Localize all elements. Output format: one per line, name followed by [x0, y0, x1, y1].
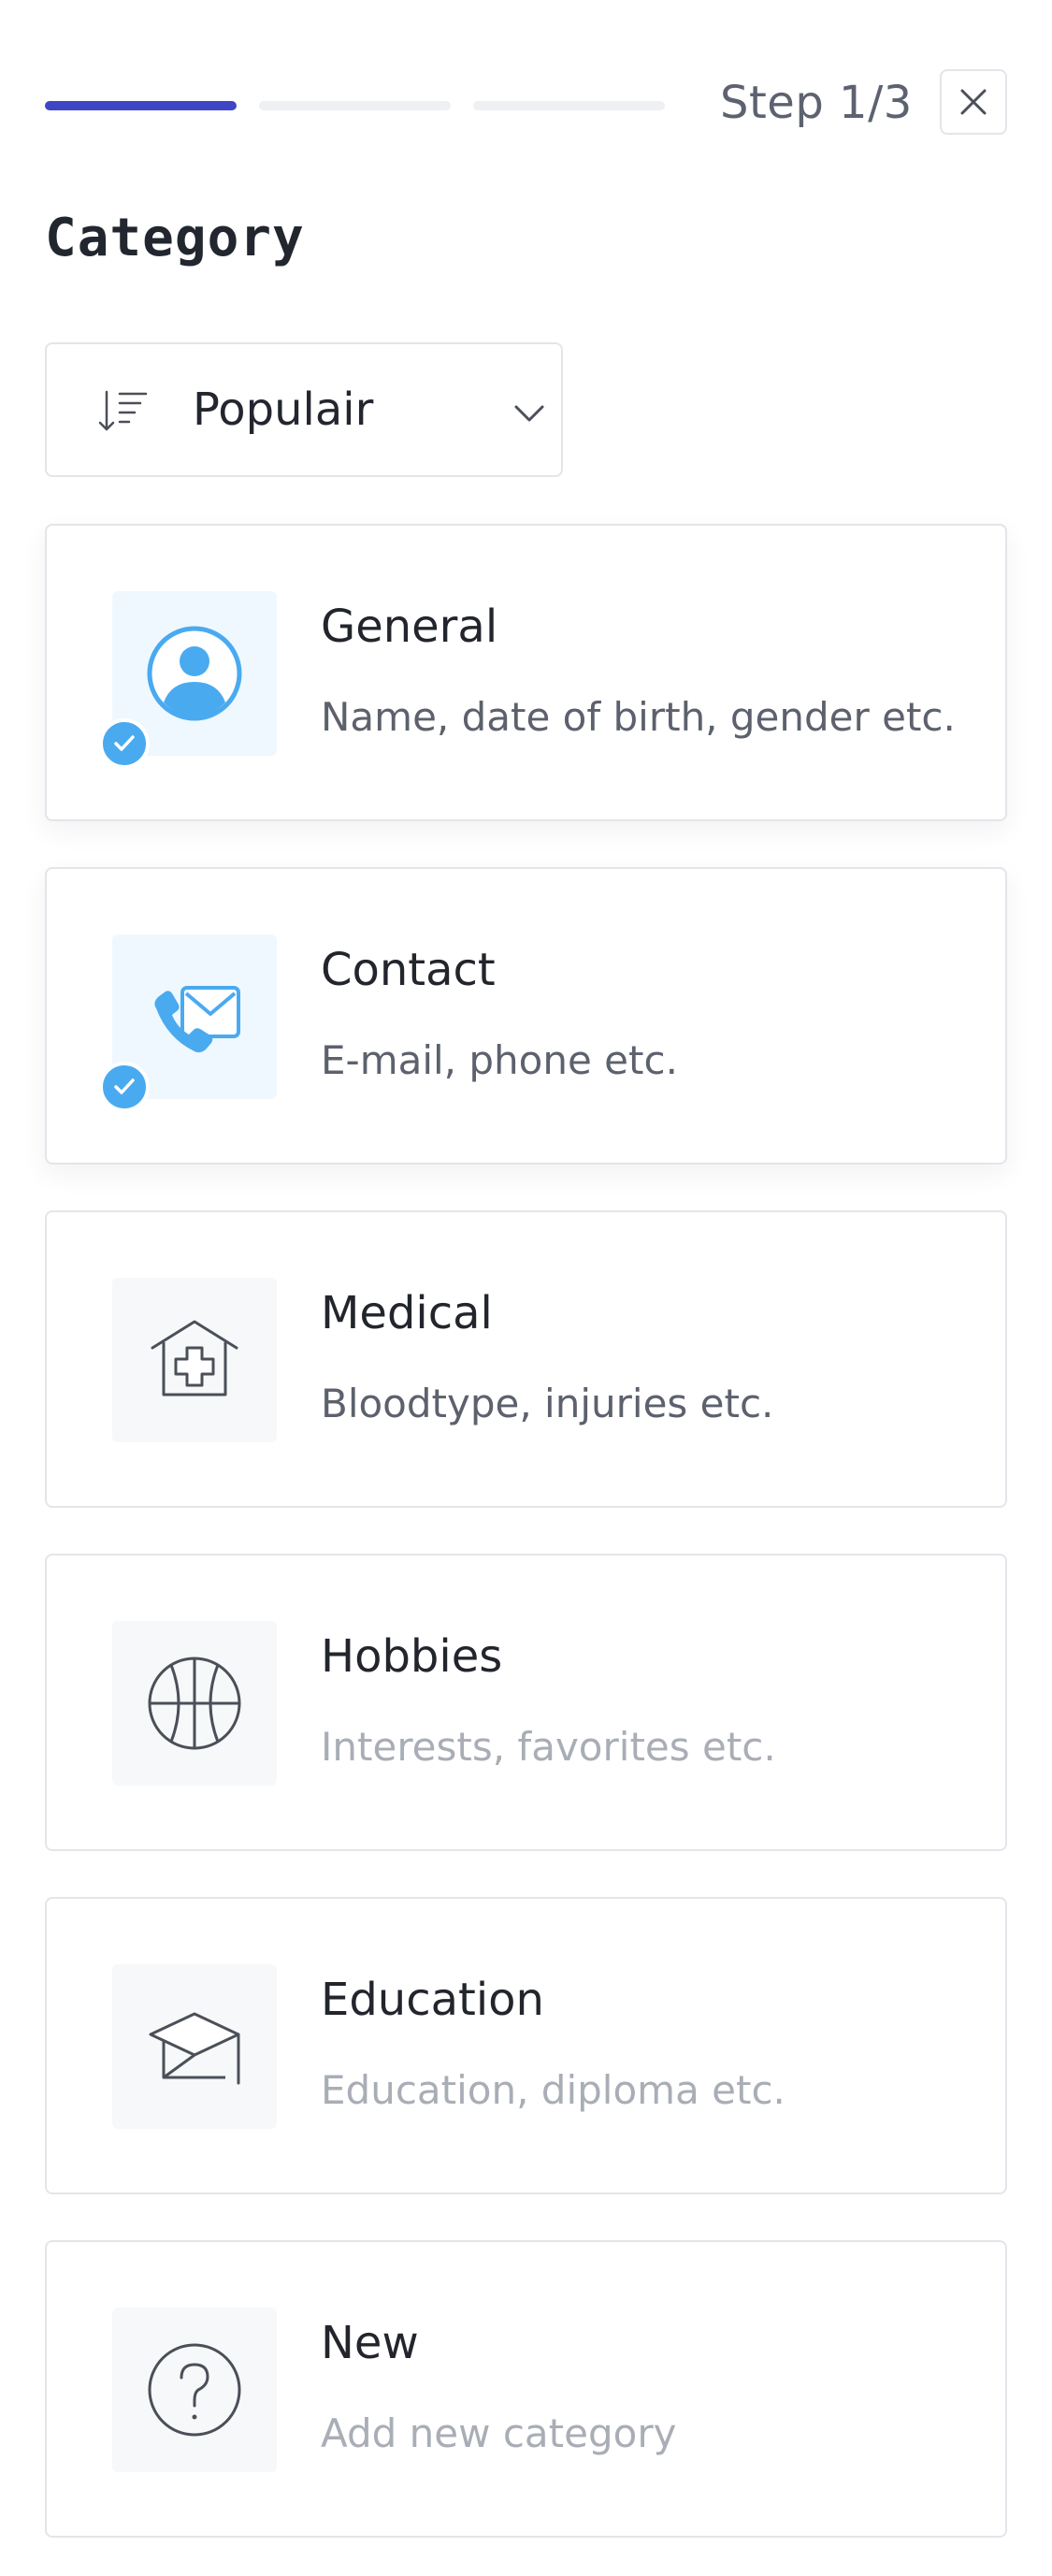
category-icon-box: [112, 1621, 277, 1786]
question-circle-icon: [148, 2343, 241, 2437]
phone-mail-icon: [154, 986, 240, 1053]
progress-step-3: [473, 101, 665, 110]
selected-check-icon: [99, 718, 150, 769]
category-description: Name, date of birth, gender etc.: [321, 694, 956, 740]
close-button[interactable]: [940, 69, 1007, 135]
progress-step-1: [45, 101, 237, 110]
chevron-down-icon: [514, 405, 544, 422]
category-card-medical[interactable]: Medical Bloodtype, injuries etc.: [45, 1210, 1007, 1508]
category-card-general[interactable]: General Name, date of birth, gender etc.: [45, 524, 1007, 821]
category-title: Education: [321, 1974, 544, 2026]
progress-step-2: [259, 101, 451, 110]
category-description: Add new category: [321, 2410, 677, 2456]
category-description: E-mail, phone etc.: [321, 1037, 678, 1083]
category-title: Contact: [321, 944, 496, 996]
sort-dropdown[interactable]: Populair: [45, 342, 563, 477]
category-title: New: [321, 2317, 419, 2369]
basketball-icon: [148, 1657, 241, 1750]
category-description: Interests, favorites etc.: [321, 1724, 776, 1770]
category-description: Bloodtype, injuries etc.: [321, 1381, 774, 1426]
sort-descending-icon: [98, 390, 148, 431]
user-circle-icon: [147, 626, 242, 721]
category-description: Education, diploma etc.: [321, 2067, 785, 2113]
sort-selected-value: Populair: [193, 384, 374, 436]
step-indicator: Step 1/3: [720, 77, 913, 129]
category-card-contact[interactable]: Contact E-mail, phone etc.: [45, 867, 1007, 1165]
category-card-education[interactable]: Education Education, diploma etc.: [45, 1897, 1007, 2194]
graduation-cap-icon: [149, 2012, 240, 2085]
medical-house-icon: [151, 1320, 238, 1397]
category-icon-box: [112, 1278, 277, 1442]
page-title: Category: [45, 208, 305, 268]
selected-check-icon: [99, 1062, 150, 1112]
category-icon-box: [112, 1964, 277, 2129]
category-card-new[interactable]: New Add new category: [45, 2240, 1007, 2538]
category-title: General: [321, 601, 498, 653]
close-icon: [960, 89, 987, 115]
category-title: Hobbies: [321, 1630, 503, 1683]
category-icon-box: [112, 2308, 277, 2472]
category-title: Medical: [321, 1287, 493, 1339]
category-card-hobbies[interactable]: Hobbies Interests, favorites etc.: [45, 1554, 1007, 1851]
